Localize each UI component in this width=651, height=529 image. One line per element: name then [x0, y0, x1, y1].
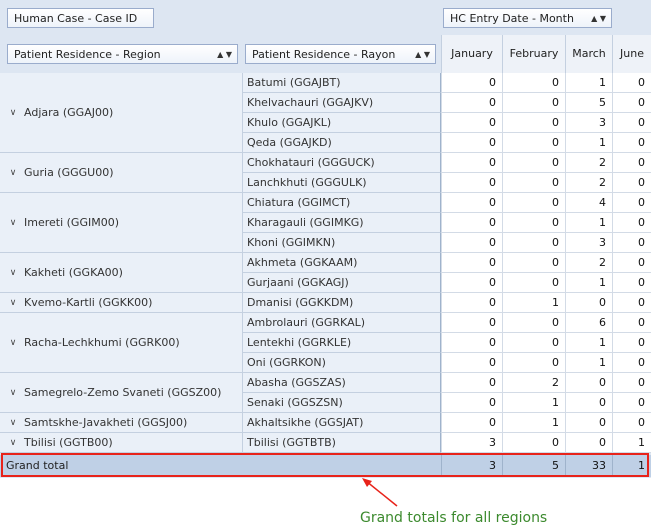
annotation-caption: Grand totals for all regions — [360, 510, 548, 526]
callout-arrow-icon — [362, 478, 398, 507]
